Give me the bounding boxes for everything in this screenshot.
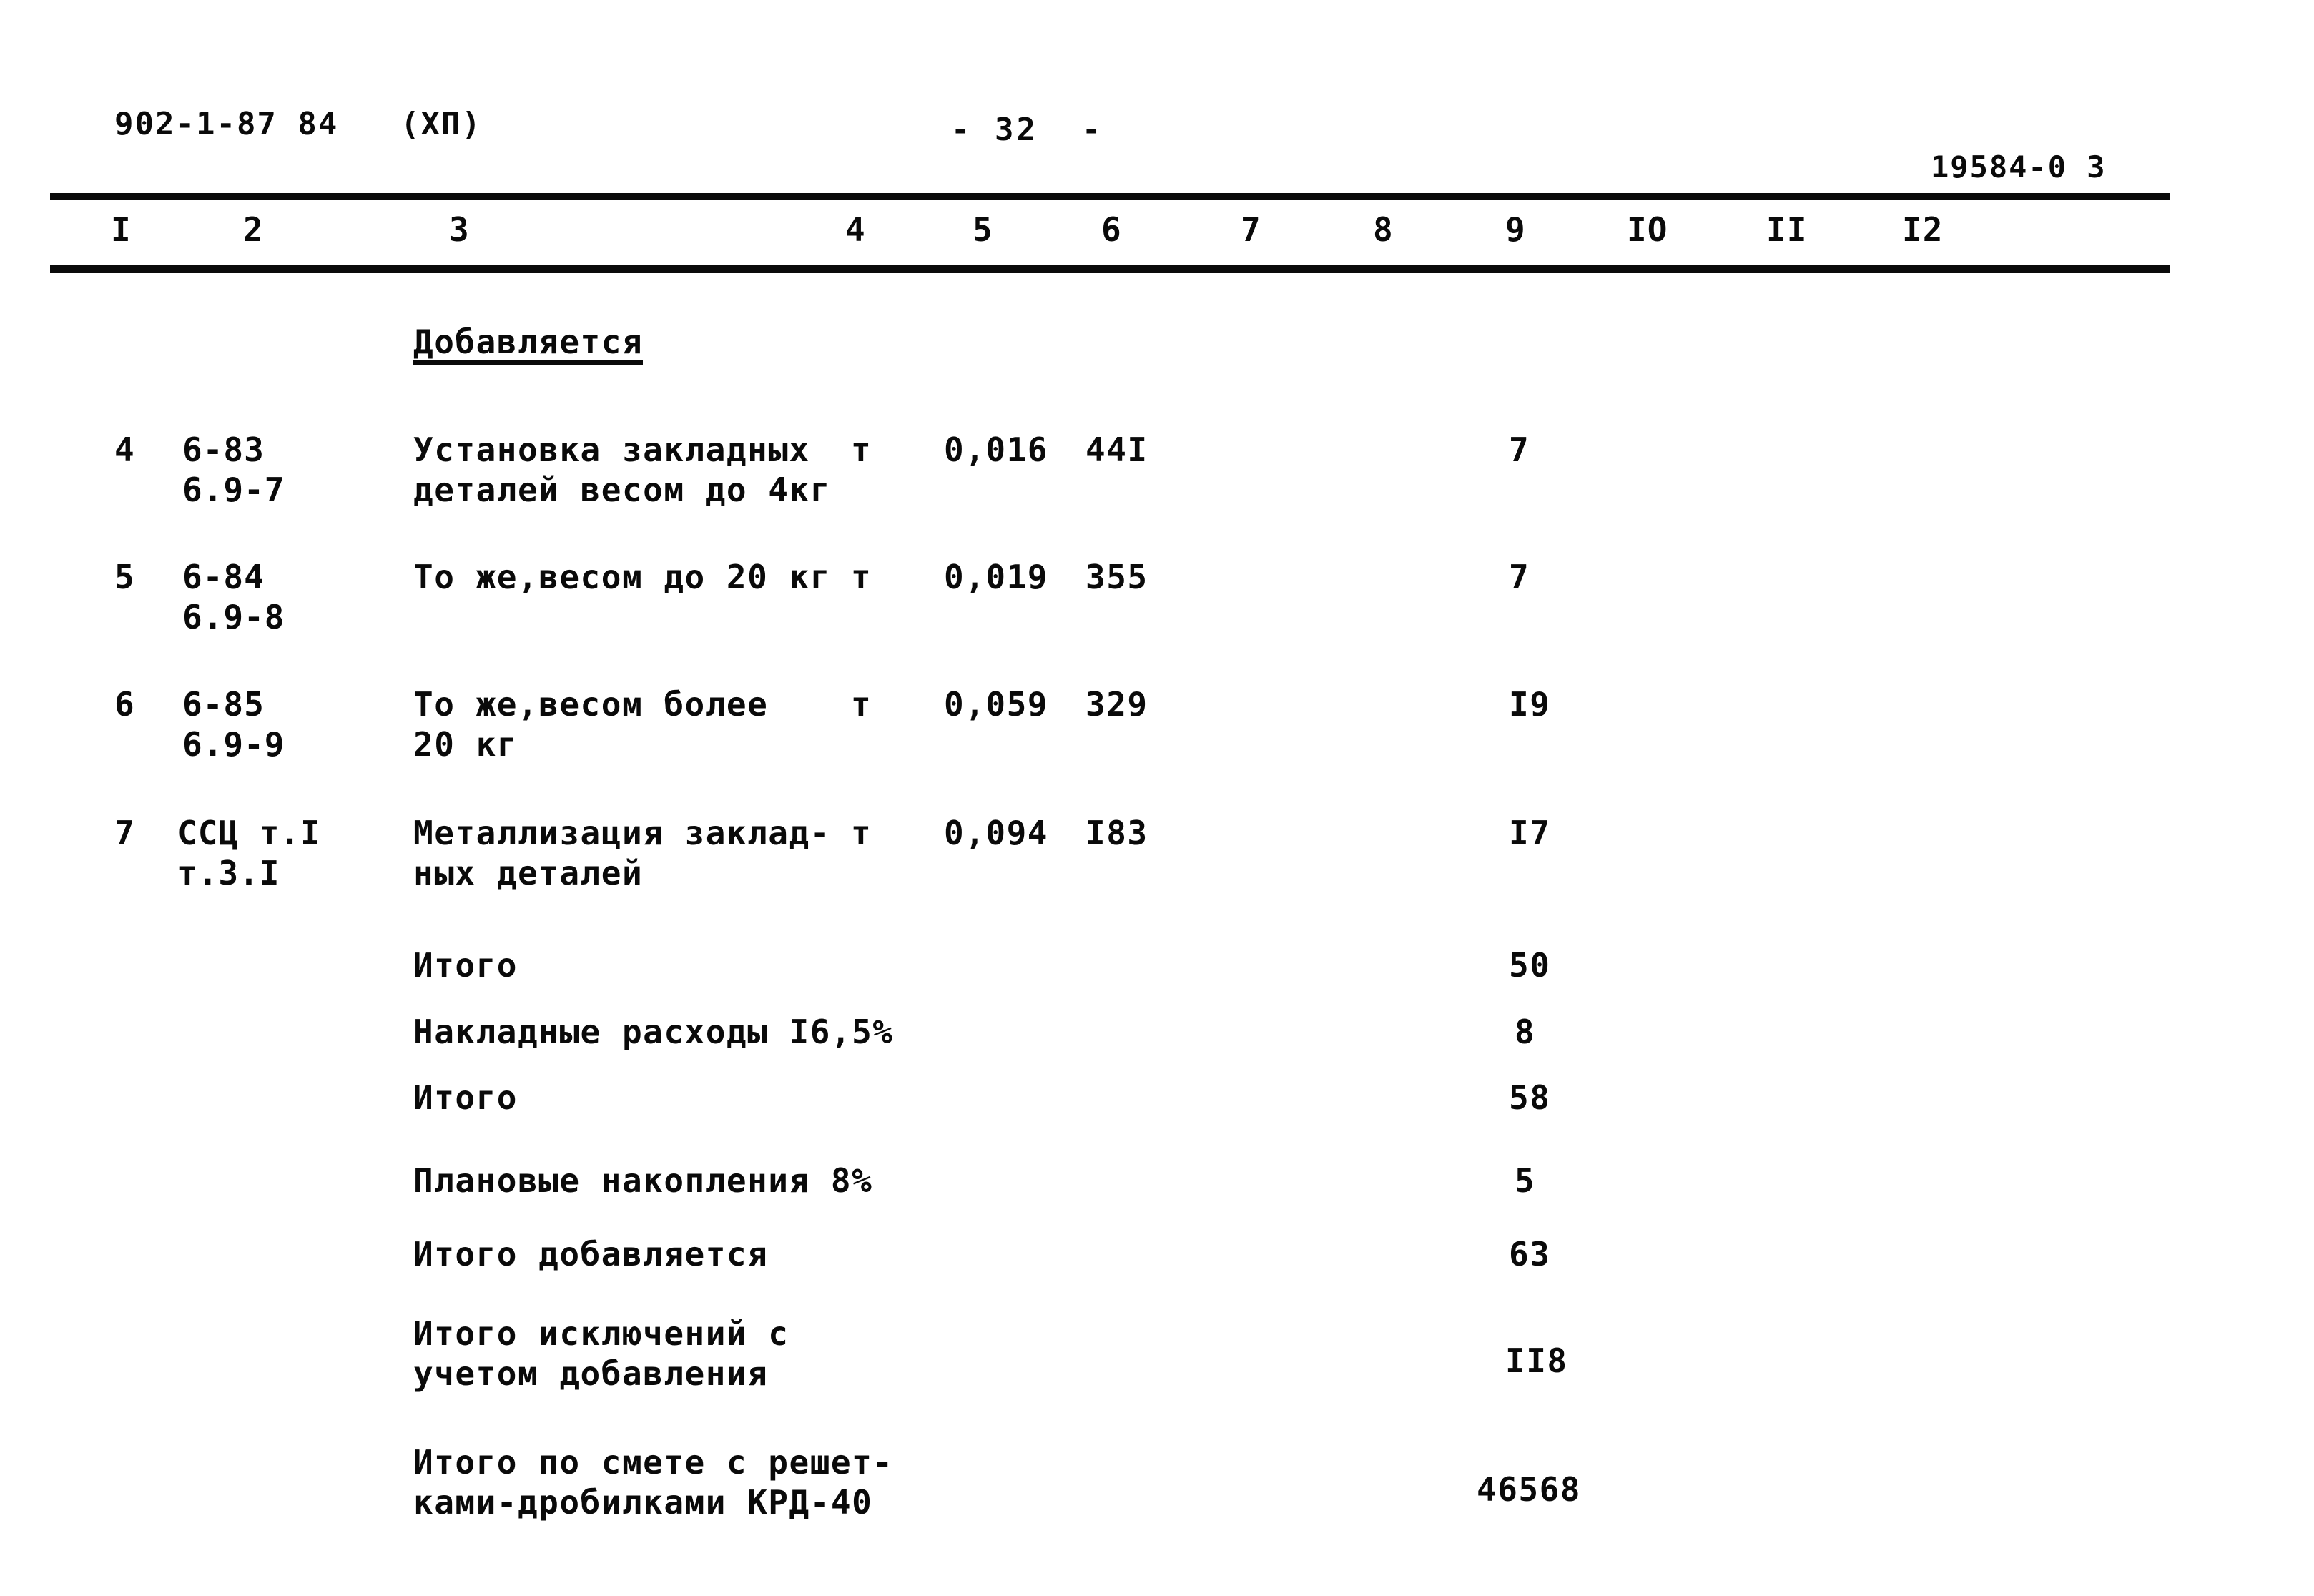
row-desc-line2: деталей весом до 4кг: [413, 471, 831, 509]
row-code-line2: 6.9-9: [182, 725, 285, 764]
row-col6: 329: [1085, 685, 1148, 724]
summary-value: 8: [1515, 1013, 1536, 1051]
section-title: Добавляется: [413, 325, 644, 365]
column-header-1: I: [111, 210, 132, 249]
row-desc-line2: ных деталей: [413, 854, 644, 892]
column-header-11: II: [1766, 210, 1808, 249]
row-col5: 0,059: [944, 685, 1048, 724]
row-desc-line2: 20 кг: [413, 725, 518, 764]
row-code-line1: 6-85: [182, 685, 265, 724]
summary-label: Итого по смете с решет-: [413, 1443, 894, 1482]
summary-label-line2: учетом добавления: [413, 1354, 769, 1393]
row-col9: I9: [1509, 685, 1551, 724]
table-top-rule: [50, 193, 2170, 200]
row-unit: т: [851, 430, 872, 469]
table-row: 7: [114, 814, 135, 852]
row-code-line2: 6.9-7: [182, 471, 285, 509]
column-header-3: 3: [449, 210, 470, 249]
row-code-line1: 6-84: [182, 558, 265, 596]
row-col9: 7: [1509, 430, 1530, 469]
row-unit: т: [851, 558, 872, 596]
summary-label: Итого добавляется: [413, 1235, 769, 1274]
row-col6: 44I: [1085, 430, 1148, 469]
row-col5: 0,094: [944, 814, 1048, 852]
summary-value: 50: [1509, 946, 1551, 985]
row-desc-line1: Установка закладных: [413, 430, 810, 469]
row-code-line2: 6.9-8: [182, 598, 285, 636]
row-unit: т: [851, 814, 872, 852]
summary-label: Итого: [413, 946, 518, 985]
table-row: 6: [114, 685, 135, 724]
page-number: - 32 -: [951, 112, 1104, 148]
row-col9: I7: [1509, 814, 1551, 852]
column-header-10: IO: [1627, 210, 1668, 249]
column-header-9: 9: [1505, 210, 1526, 249]
row-col6: 355: [1085, 558, 1148, 596]
document-code: 902-1-87 84: [114, 106, 339, 142]
row-col5: 0,019: [944, 558, 1048, 596]
row-unit: т: [851, 685, 872, 724]
summary-label: Итого: [413, 1078, 518, 1117]
column-header-8: 8: [1373, 210, 1394, 249]
row-desc-line1: Металлизация заклад-: [413, 814, 831, 852]
summary-label: Накладные расходы I6,5%: [413, 1013, 894, 1051]
summary-label: Плановые накопления 8%: [413, 1161, 873, 1200]
column-header-2: 2: [243, 210, 264, 249]
summary-value: 63: [1509, 1235, 1551, 1274]
document-part: (ХП): [400, 106, 482, 142]
row-col6: I83: [1085, 814, 1148, 852]
column-header-6: 6: [1101, 210, 1122, 249]
sheet-code: 19584-0 3: [1931, 149, 2107, 184]
column-header-5: 5: [973, 210, 993, 249]
row-col9: 7: [1509, 558, 1530, 596]
row-desc-line1: То же,весом до 20 кг: [413, 558, 831, 596]
table-row: 5: [114, 558, 135, 596]
row-code-line1: ССЦ т.I: [177, 814, 321, 852]
row-desc-line1: То же,весом более: [413, 685, 769, 724]
summary-label: Итого исключений с: [413, 1314, 789, 1353]
table-bottom-rule: [50, 265, 2170, 273]
row-code-line2: т.3.I: [177, 854, 280, 892]
table-row: 4: [114, 430, 135, 469]
column-header-12: I2: [1902, 210, 1944, 249]
row-code-line1: 6-83: [182, 430, 265, 469]
summary-value: 46568: [1477, 1470, 1581, 1509]
column-header-4: 4: [845, 210, 866, 249]
document-page: 902-1-87 84 (ХП) - 32 - 19584-0 3 I 2 3 …: [0, 0, 2314, 1596]
summary-label-line2: ками-дробилками КРД-40: [413, 1483, 873, 1522]
summary-value: 58: [1509, 1078, 1551, 1117]
summary-value: 5: [1515, 1161, 1536, 1200]
column-header-7: 7: [1241, 210, 1261, 249]
row-col5: 0,016: [944, 430, 1048, 469]
summary-value: II8: [1505, 1341, 1568, 1380]
